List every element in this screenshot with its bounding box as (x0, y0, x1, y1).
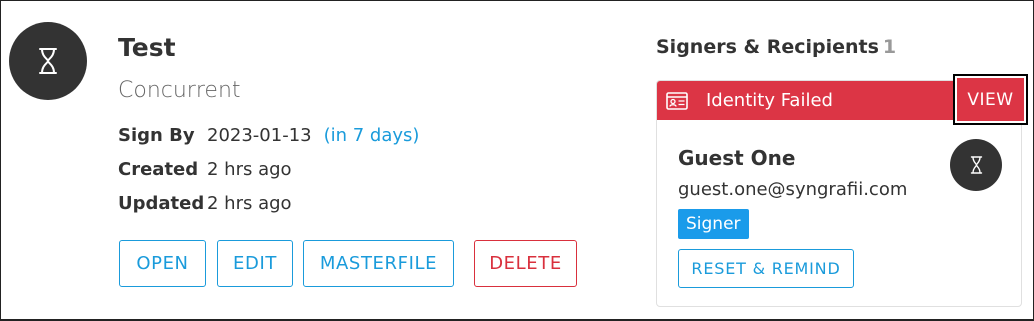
delete-button[interactable]: DELETE (474, 240, 577, 287)
document-status-avatar (9, 22, 87, 100)
signer-status-text: Identity Failed (706, 89, 833, 111)
meta-updated: Updated 2 hrs ago (118, 192, 292, 216)
signers-heading: Signers & Recipients 1 (656, 35, 896, 59)
meta-relative-date: (in 7 days) (323, 125, 420, 146)
meta-label: Created (118, 159, 199, 180)
edit-button[interactable]: EDIT (217, 240, 293, 287)
meta-label: Updated (118, 193, 205, 214)
signer-avatar (950, 139, 1002, 191)
view-button[interactable]: VIEW (953, 74, 1028, 125)
document-title: Test (118, 33, 176, 62)
meta-value: 2 hrs ago (207, 159, 292, 180)
meta-sign-by: Sign By 2023-01-13 (in 7 days) (118, 124, 419, 148)
meta-label: Sign By (118, 125, 195, 146)
reset-remind-button[interactable]: RESET & REMIND (678, 249, 854, 288)
document-subtitle: Concurrent (118, 78, 241, 103)
meta-value: 2023-01-13 (207, 125, 312, 146)
masterfile-button[interactable]: MASTERFILE (303, 240, 454, 287)
id-card-icon (666, 91, 688, 110)
meta-created: Created 2 hrs ago (118, 158, 292, 182)
open-button[interactable]: OPEN (119, 240, 206, 287)
signer-email: guest.one@syngrafii.com (678, 179, 908, 200)
signers-heading-label: Signers & Recipients (656, 36, 879, 58)
hourglass-icon (970, 156, 982, 174)
signers-count: 1 (882, 36, 897, 58)
signer-name: Guest One (678, 146, 796, 170)
signer-role-badge: Signer (678, 209, 749, 239)
hourglass-icon (39, 48, 57, 74)
meta-value: 2 hrs ago (207, 193, 292, 214)
